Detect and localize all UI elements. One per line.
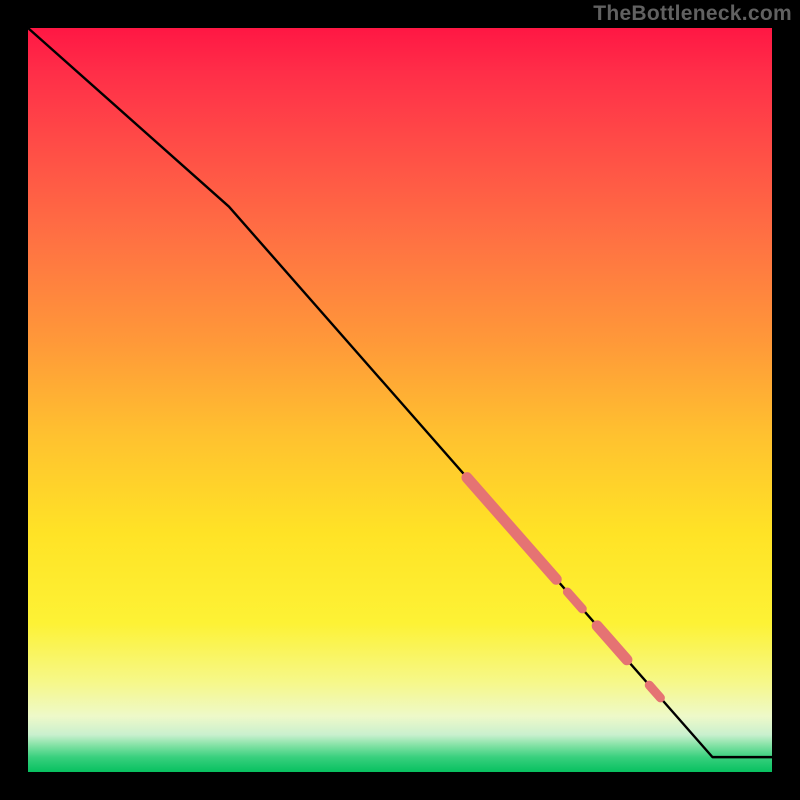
chart-stage: TheBottleneck.com <box>0 0 800 800</box>
chart-canvas <box>0 0 800 800</box>
watermark-text: TheBottleneck.com <box>593 2 792 26</box>
